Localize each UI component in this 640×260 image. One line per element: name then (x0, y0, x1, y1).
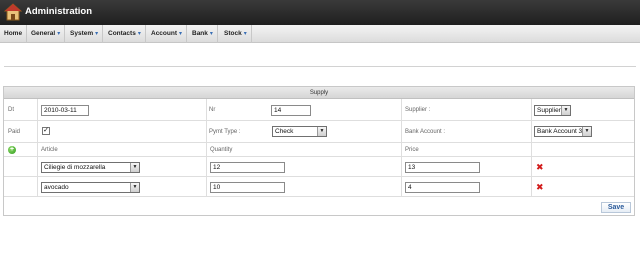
divider (4, 66, 636, 67)
price-input[interactable] (405, 182, 480, 193)
menu-item-label: Account (151, 30, 177, 37)
chevron-down-icon: ▼ (561, 106, 570, 115)
article-value: avocado (44, 184, 69, 191)
date-input[interactable] (41, 105, 89, 116)
save-button[interactable]: Save (601, 202, 631, 213)
supply-panel: Supply Dt Nr Supplier : Supplier ▼ Paid … (3, 86, 635, 216)
app-header: Administration (0, 0, 640, 25)
menu-item-label: Home (4, 30, 23, 37)
pymt-type-label: Pymt Type : (209, 129, 241, 135)
menu-item-system[interactable]: System ▾ (70, 25, 104, 43)
bank-account-value: Bank Account 3 (537, 128, 583, 135)
supplier-select[interactable]: Supplier ▼ (534, 105, 571, 116)
article-value: Ciliegie di mozzarella (44, 164, 106, 171)
delete-line-icon[interactable]: ✖ (536, 183, 544, 192)
chevron-down-icon: ▼ (317, 127, 326, 136)
menu-item-label: Stock (224, 30, 242, 37)
menu-item-contacts[interactable]: Contacts ▾ (108, 25, 146, 43)
column-header-price: Price (405, 147, 419, 153)
menu-item-general[interactable]: General ▾ (31, 25, 66, 43)
chevron-down-icon: ▾ (137, 31, 141, 37)
article-select[interactable]: Ciliegie di mozzarella ▼ (41, 162, 140, 173)
menu-item-account[interactable]: Account ▾ (151, 25, 188, 43)
nr-input[interactable] (271, 105, 311, 116)
chevron-down-icon: ▾ (57, 31, 61, 37)
table-row: Ciliegie di mozzarella ▼ ✖ (4, 157, 634, 177)
menu-item-label: Contacts (108, 30, 136, 37)
paid-label: Paid (8, 129, 21, 135)
column-header-article: Article (41, 147, 58, 153)
menu-item-home[interactable]: Home (4, 25, 28, 43)
house-icon (4, 3, 22, 21)
main-menu: Home General ▾ System ▾ Contacts ▾ Account ▾… (0, 25, 640, 43)
dt-label: Dt (8, 107, 14, 113)
table-header: + Article Quantity Price (4, 143, 634, 157)
payment-type-value: Check (275, 128, 294, 135)
chevron-down-icon: ▾ (179, 31, 183, 37)
chevron-down-icon: ▼ (130, 183, 139, 192)
menu-item-label: General (31, 30, 56, 37)
add-line-icon[interactable]: + (8, 146, 16, 154)
quantity-input[interactable] (210, 182, 285, 193)
panel-title: Supply (4, 87, 634, 99)
chevron-down-icon: ▾ (95, 31, 99, 37)
quantity-input[interactable] (210, 162, 285, 173)
bank-account-label: Bank Account : (405, 129, 446, 135)
form-row: Dt Nr Supplier : Supplier ▼ (4, 99, 634, 121)
column-header-quantity: Quantity (210, 147, 233, 153)
form-row: Paid ✓ Pymt Type : Check ▼ Bank Account … (4, 121, 634, 143)
supplier-label: Supplier : (405, 107, 431, 113)
table-row: avocado ▼ ✖ (4, 177, 634, 197)
supplier-value: Supplier (537, 107, 561, 114)
menu-item-bank[interactable]: Bank ▾ (192, 25, 218, 43)
app-title: Administration (25, 6, 93, 17)
paid-checkbox[interactable]: ✓ (42, 127, 50, 135)
bank-account-select[interactable]: Bank Account 3 ▼ (534, 126, 592, 137)
menu-item-label: Bank (192, 30, 208, 37)
menu-item-stock[interactable]: Stock ▾ (224, 25, 252, 43)
chevron-down-icon: ▼ (582, 127, 591, 136)
chevron-down-icon: ▾ (243, 31, 247, 37)
payment-type-select[interactable]: Check ▼ (272, 126, 327, 137)
article-select[interactable]: avocado ▼ (41, 182, 140, 193)
price-input[interactable] (405, 162, 480, 173)
nr-label: Nr (209, 107, 216, 113)
delete-line-icon[interactable]: ✖ (536, 163, 544, 172)
chevron-down-icon: ▼ (130, 163, 139, 172)
chevron-down-icon: ▾ (209, 31, 213, 37)
menu-item-label: System (70, 30, 94, 37)
